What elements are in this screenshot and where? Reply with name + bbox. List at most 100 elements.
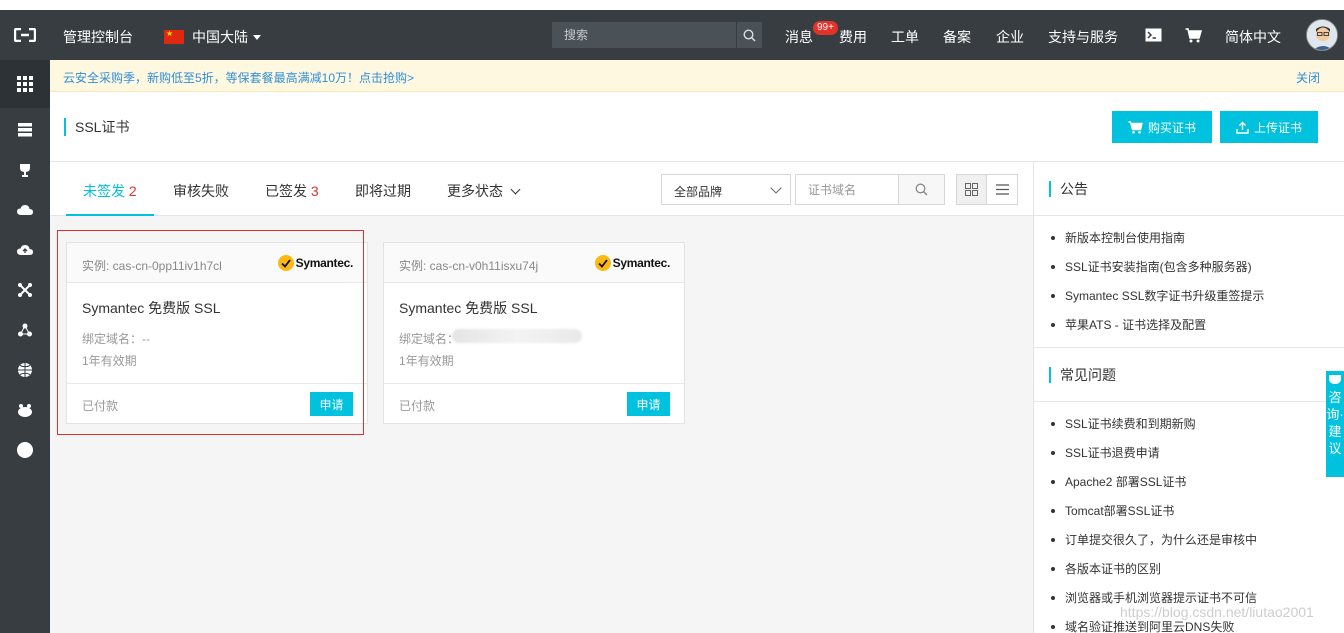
page-title: SSL证书: [64, 118, 129, 136]
consult-feedback-tab[interactable]: 咨询·建议: [1326, 371, 1344, 477]
upload-icon: [1236, 121, 1249, 134]
faq-link[interactable]: 各版本证书的区别: [1049, 560, 1257, 589]
tab-label: 未签发: [83, 183, 125, 199]
cloud-icon[interactable]: [15, 200, 35, 220]
faq-link[interactable]: SSL证书续费和到期新购: [1049, 415, 1257, 444]
faq-title: 常见问题: [1049, 367, 1116, 383]
terminal-icon[interactable]: [1143, 25, 1163, 45]
caret-down-icon: [253, 34, 261, 40]
apply-button[interactable]: 申请: [627, 392, 670, 416]
tab-unissued[interactable]: 未签发 2: [66, 162, 154, 216]
cart-icon: [1128, 120, 1143, 134]
search-icon[interactable]: [736, 22, 762, 48]
list-view-icon[interactable]: [987, 175, 1017, 204]
tab-review-failed[interactable]: 审核失败: [156, 162, 246, 216]
aliyun-logo-icon[interactable]: [0, 10, 50, 60]
announcement-link[interactable]: SSL证书安装指南(包含多种服务器): [1049, 258, 1264, 287]
window-top-strip: [0, 0, 1344, 10]
validity-period: 1年有效期: [82, 354, 137, 368]
symantec-logo: Symantec.: [277, 255, 354, 271]
card-view-icon[interactable]: [957, 175, 987, 204]
cloud-upload-icon[interactable]: [15, 240, 35, 260]
search-icon[interactable]: [898, 175, 944, 204]
apply-button[interactable]: 申请: [310, 392, 353, 416]
tab-expiring-soon[interactable]: 即将过期: [338, 162, 428, 216]
upload-certificate-label: 上传证书: [1253, 120, 1302, 135]
certificate-name: Symantec 免费版 SSL: [82, 300, 221, 316]
products-grid-icon[interactable]: [0, 60, 50, 108]
announcement-link[interactable]: 新版本控制台使用指南: [1049, 229, 1264, 258]
tab-label: 已签发: [265, 183, 307, 199]
promo-notice-link[interactable]: 云安全采购季，新购低至5折，等保套餐最高满减10万！点击抢购>: [63, 69, 414, 86]
shopping-cart-icon[interactable]: [1183, 25, 1203, 45]
faq-link[interactable]: Tomcat部署SSL证书: [1049, 502, 1257, 531]
announcement-link[interactable]: 苹果ATS - 证书选择及配置: [1049, 316, 1264, 345]
faq-link[interactable]: 订单提交很久了，为什么还是审核中: [1049, 531, 1257, 560]
top-navigation-bar: 管理控制台 中国大陆 消息 99+ 费用 工单 备案 企业 支持与服务 简体中文: [0, 10, 1344, 60]
tab-more-status[interactable]: 更多状态: [430, 162, 536, 216]
service-mascot-icon[interactable]: [15, 400, 35, 420]
console-title-link[interactable]: 管理控制台: [63, 27, 133, 47]
announcements-title: 公告: [1049, 181, 1088, 197]
nav-messages[interactable]: 消息: [785, 27, 813, 47]
announcement-link[interactable]: Symantec SSL数字证书升级重签提示: [1049, 287, 1264, 316]
payment-status: 已付款: [399, 399, 436, 413]
tab-label: 即将过期: [355, 183, 411, 199]
globe-icon[interactable]: [15, 360, 35, 380]
nav-icp-filing[interactable]: 备案: [943, 27, 971, 47]
faq-link[interactable]: Apache2 部署SSL证书: [1049, 473, 1257, 502]
user-avatar[interactable]: [1306, 19, 1338, 51]
nav-enterprise[interactable]: 企业: [996, 27, 1024, 47]
announcements-list: 新版本控制台使用指南 SSL证书安装指南(包含多种服务器) Symantec S…: [1049, 229, 1264, 345]
faq-link[interactable]: SSL证书退费申请: [1049, 444, 1257, 473]
language-selector[interactable]: 简体中文: [1225, 27, 1281, 47]
tab-issued[interactable]: 已签发 3: [248, 162, 336, 216]
cluster-nodes-icon[interactable]: [15, 320, 35, 340]
global-search-input[interactable]: [552, 22, 736, 48]
upload-certificate-button[interactable]: 上传证书: [1220, 111, 1318, 143]
consult-label: 咨询·建议: [1326, 390, 1344, 456]
payment-status: 已付款: [82, 399, 119, 413]
faq-link[interactable]: 域名验证推送到阿里云DNS失败: [1049, 618, 1257, 633]
china-flag-icon: [164, 30, 184, 44]
main-content: 未签发 2 审核失败 已签发 3 即将过期 更多状态 全部品牌 证书域名 实例:…: [50, 162, 1033, 633]
messages-badge: 99+: [813, 21, 838, 35]
instance-id: 实例: cas-cn-0pp11iv1h7cl: [82, 259, 222, 273]
tab-count: 2: [128, 183, 137, 199]
brand-filter-value: 全部品牌: [674, 185, 723, 199]
chevron-down-icon: [510, 184, 521, 195]
certificate-card: 实例: cas-cn-v0h11isxu74j Symantec. Symant…: [383, 242, 685, 424]
watermark-text: https://blog.csdn.net/liutao2001: [1120, 604, 1314, 620]
promo-notice-bar: 云安全采购季，新购低至5折，等保套餐最高满减10万！点击抢购> 关闭: [50, 60, 1344, 92]
notice-close-link[interactable]: 关闭: [1296, 69, 1320, 86]
divider: [1034, 401, 1344, 402]
nav-support[interactable]: 支持与服务: [1048, 27, 1118, 47]
brand-filter-select[interactable]: 全部品牌: [661, 174, 791, 205]
brand-name: Symantec.: [295, 256, 354, 270]
tab-count: 3: [310, 183, 319, 199]
nav-billing[interactable]: 费用: [839, 27, 867, 47]
divider: [1034, 215, 1344, 216]
bound-domain: 绑定域名：: [399, 332, 460, 346]
nav-tickets[interactable]: 工单: [891, 27, 919, 47]
left-sidebar: [0, 60, 50, 633]
certificate-name: Symantec 免费版 SSL: [399, 300, 538, 316]
trophy-icon[interactable]: [15, 160, 35, 180]
symantec-logo: Symantec.: [594, 255, 671, 271]
status-tabs: 未签发 2 审核失败 已签发 3 即将过期 更多状态 全部品牌: [50, 162, 1033, 216]
tab-label: 更多状态: [447, 183, 503, 199]
global-search: [552, 22, 762, 48]
domain-search-input[interactable]: [796, 175, 898, 204]
checkmark-icon: [594, 255, 611, 271]
network-cross-icon[interactable]: [15, 280, 35, 300]
brand-name: Symantec.: [612, 256, 671, 270]
divider: [1034, 347, 1344, 348]
certificate-card: 实例: cas-cn-0pp11iv1h7cl Symantec. Symant…: [66, 242, 368, 424]
region-label: 中国大陆: [192, 29, 248, 45]
buy-certificate-button[interactable]: 购买证书: [1112, 111, 1212, 143]
region-selector[interactable]: 中国大陆: [164, 27, 261, 47]
circle-dot-icon[interactable]: [15, 440, 35, 460]
server-stack-icon[interactable]: [15, 120, 35, 140]
view-toggle: [956, 174, 1018, 205]
validity-period: 1年有效期: [399, 354, 454, 368]
